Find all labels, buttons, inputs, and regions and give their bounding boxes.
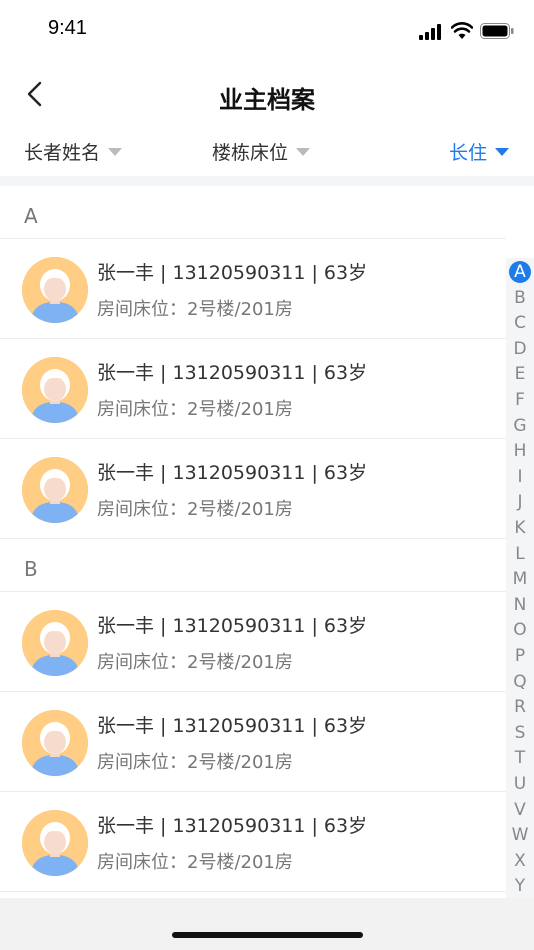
section-letter: B <box>24 557 38 581</box>
elder-primary-info: 张一丰 | 13120590311 | 63岁 <box>97 815 368 837</box>
index-letter-y[interactable]: Y <box>506 875 534 897</box>
section-header-a: A <box>0 186 506 239</box>
elder-bed-info: 房间床位：2号楼/201房 <box>97 852 293 873</box>
elder-bed-info: 房间床位：2号楼/201房 <box>97 652 293 673</box>
index-letter-n[interactable]: N <box>506 594 534 616</box>
avatar <box>22 710 88 776</box>
elder-primary-info: 张一丰 | 13120590311 | 63岁 <box>97 362 368 384</box>
list-item[interactable]: 张一丰 | 13120590311 | 63岁 房间床位：2号楼/201房 <box>0 239 506 339</box>
index-letter-h[interactable]: H <box>506 440 534 462</box>
section-letter: A <box>24 204 38 228</box>
list-item[interactable]: 张一丰 | 13120590311 | 63岁 房间床位：2号楼/201房 <box>0 692 506 792</box>
elder-bed-info: 房间床位：2号楼/201房 <box>97 752 293 773</box>
filter-building-bed[interactable]: 楼栋床位 <box>212 138 311 165</box>
filter-elder-name[interactable]: 长者姓名 <box>24 138 123 165</box>
elder-primary-info: 张一丰 | 13120590311 | 63岁 <box>97 462 368 484</box>
index-letter-r[interactable]: R <box>506 696 534 718</box>
avatar <box>22 357 88 423</box>
list-item[interactable]: 张一丰 | 13120590311 | 63岁 房间床位：2号楼/201房 <box>0 592 506 692</box>
section-header-b: B <box>0 539 506 592</box>
index-letter-a[interactable]: A <box>509 261 531 283</box>
cellular-signal-icon <box>419 24 441 40</box>
page-title: 业主档案 <box>219 86 315 114</box>
index-letter-m[interactable]: M <box>506 568 534 590</box>
divider <box>0 176 534 186</box>
index-letter-f[interactable]: F <box>506 389 534 411</box>
list-item[interactable]: 张一丰 | 13120590311 | 63岁 房间床位：2号楼/201房 <box>0 439 506 539</box>
elder-primary-info: 张一丰 | 13120590311 | 63岁 <box>97 615 368 637</box>
index-letter-b[interactable]: B <box>506 287 534 309</box>
index-letter-e[interactable]: E <box>506 363 534 385</box>
elder-avatar-icon <box>22 610 88 676</box>
elder-avatar-icon <box>22 457 88 523</box>
index-letter-p[interactable]: P <box>506 645 534 667</box>
index-letter-s[interactable]: S <box>506 722 534 744</box>
index-letter-o[interactable]: O <box>506 619 534 641</box>
index-letter-l[interactable]: L <box>506 543 534 565</box>
filter-label: 长者姓名 <box>24 142 101 164</box>
filter-bar: 长者姓名 楼栋床位 长住 <box>0 124 534 176</box>
index-letter-k[interactable]: K <box>506 517 534 539</box>
avatar <box>22 610 88 676</box>
caret-down-icon <box>108 147 123 156</box>
index-letter-x[interactable]: X <box>506 850 534 872</box>
list-item[interactable]: 张一丰 | 13120590311 | 63岁 房间床位：2号楼/201房 <box>0 792 506 892</box>
index-letter-v[interactable]: V <box>506 799 534 821</box>
avatar <box>22 257 88 323</box>
filter-label: 楼栋床位 <box>212 142 289 164</box>
status-time: 9:41 <box>48 17 87 39</box>
elder-avatar-icon <box>22 810 88 876</box>
caret-down-icon <box>296 147 311 156</box>
bottom-safe-area <box>0 898 534 950</box>
caret-down-icon <box>495 147 510 156</box>
elder-bed-info: 房间床位：2号楼/201房 <box>97 399 293 420</box>
elder-bed-info: 房间床位：2号楼/201房 <box>97 299 293 320</box>
index-letter-t[interactable]: T <box>506 747 534 769</box>
battery-icon <box>480 23 514 39</box>
index-letter-j[interactable]: J <box>506 491 534 513</box>
index-letter-c[interactable]: C <box>506 312 534 334</box>
home-indicator[interactable] <box>172 932 363 938</box>
index-letter-g[interactable]: G <box>506 415 534 437</box>
filter-label: 长住 <box>449 142 488 164</box>
filter-long-stay[interactable]: 长住 <box>449 138 510 165</box>
list-item[interactable]: 张一丰 | 13120590311 | 63岁 房间床位：2号楼/201房 <box>0 339 506 439</box>
elder-avatar-icon <box>22 710 88 776</box>
avatar <box>22 810 88 876</box>
avatar <box>22 457 88 523</box>
index-letter-u[interactable]: U <box>506 773 534 795</box>
index-letter-d[interactable]: D <box>506 338 534 360</box>
status-bar: 9:41 <box>0 0 534 58</box>
elder-list: A 张一丰 | 13120590311 | 63岁 房间床位：2号楼/201房 <box>0 186 506 892</box>
elder-avatar-icon <box>22 257 88 323</box>
nav-bar: 业主档案 <box>0 62 534 122</box>
elder-bed-info: 房间床位：2号楼/201房 <box>97 499 293 520</box>
elder-primary-info: 张一丰 | 13120590311 | 63岁 <box>97 262 368 284</box>
index-letter-q[interactable]: Q <box>506 671 534 693</box>
elder-primary-info: 张一丰 | 13120590311 | 63岁 <box>97 715 368 737</box>
elder-avatar-icon <box>22 357 88 423</box>
alphabet-index-bar[interactable]: ABCDEFGHIJKLMNOPQRSTUVWXY <box>506 258 534 898</box>
index-letter-i[interactable]: I <box>506 466 534 488</box>
index-letter-w[interactable]: W <box>506 824 534 846</box>
wifi-icon <box>451 22 473 39</box>
